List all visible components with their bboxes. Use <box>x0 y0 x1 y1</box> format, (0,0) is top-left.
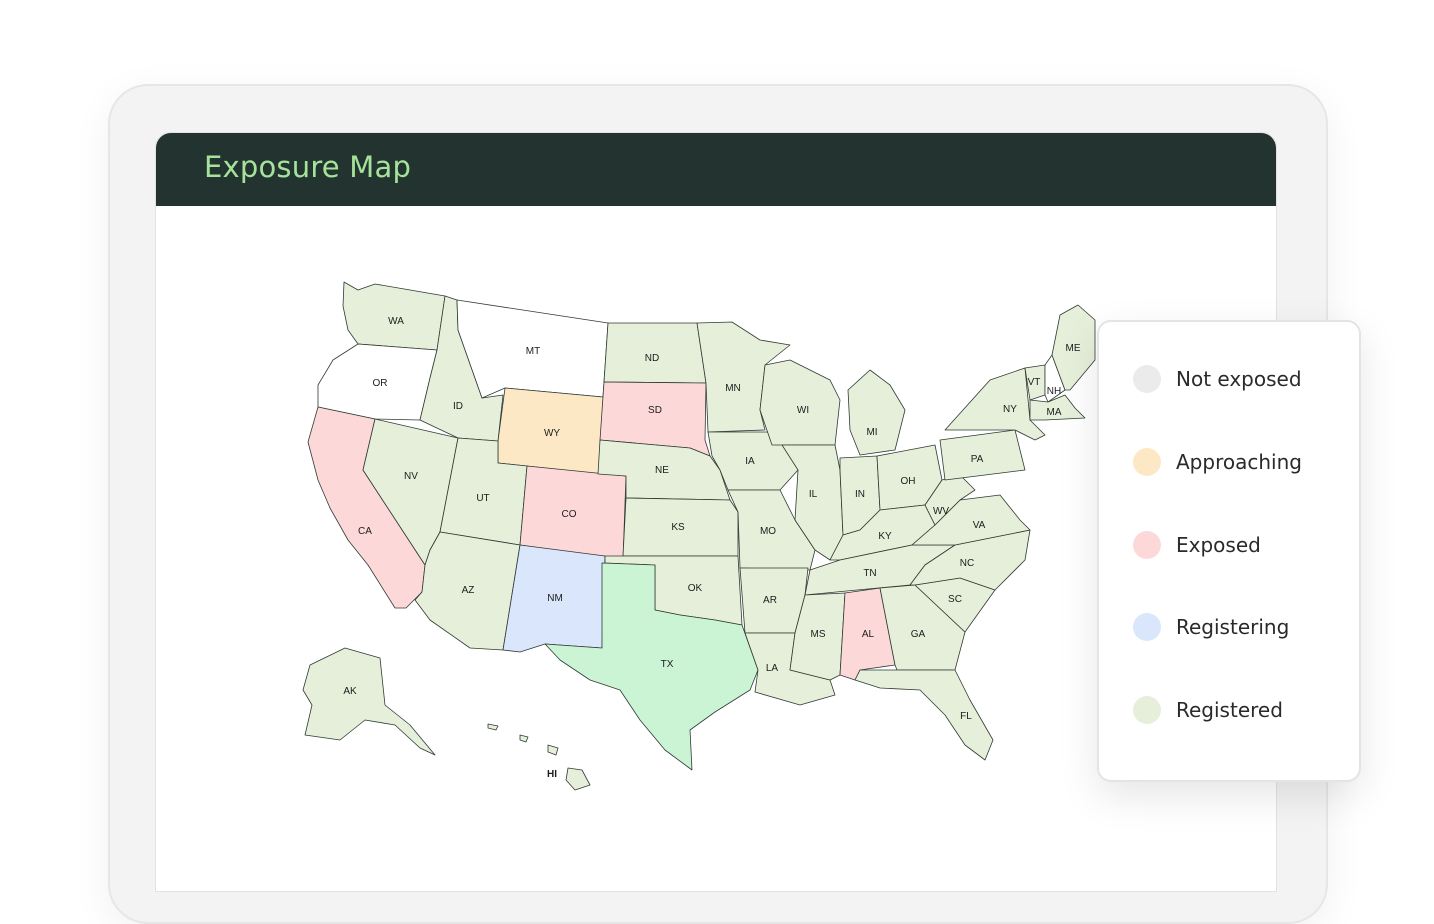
state-label-AZ: AZ <box>462 585 475 596</box>
legend-item-approaching: Approaching <box>1133 447 1302 477</box>
state-label-ID: ID <box>453 401 463 412</box>
state-label-WY: WY <box>544 428 560 439</box>
state-label-MS: MS <box>811 629 826 640</box>
state-label-AK: AK <box>343 686 357 697</box>
legend-swatch <box>1133 531 1161 559</box>
state-label-OR: OR <box>373 378 388 389</box>
state-label-ND: ND <box>645 353 659 364</box>
legend-item-not-exposed: Not exposed <box>1133 364 1302 394</box>
state-label-GA: GA <box>911 629 926 640</box>
state-label-IA: IA <box>745 456 755 467</box>
state-FL[interactable] <box>854 669 994 761</box>
state-label-TN: TN <box>863 568 876 579</box>
state-label-WA: WA <box>388 316 404 327</box>
state-label-IL: IL <box>809 489 818 500</box>
state-label-OK: OK <box>688 583 703 594</box>
state-AK[interactable] <box>302 647 436 756</box>
state-label-NE: NE <box>655 465 669 476</box>
state-label-AR: AR <box>763 595 777 606</box>
state-label-NH: NH <box>1047 386 1061 397</box>
state-label-ME: ME <box>1066 343 1081 354</box>
state-label-UT: UT <box>476 493 489 504</box>
state-label-PA: PA <box>971 454 984 465</box>
state-label-FL: FL <box>960 711 972 722</box>
state-label-WI: WI <box>797 405 809 416</box>
state-label-IN: IN <box>855 489 865 500</box>
state-label-KY: KY <box>878 531 892 542</box>
state-label-KS: KS <box>671 522 685 533</box>
legend-swatch <box>1133 365 1161 393</box>
state-label-WV: WV <box>933 506 949 517</box>
state-label-MN: MN <box>725 383 741 394</box>
state-label-TX: TX <box>661 659 674 670</box>
legend-label: Exposed <box>1176 533 1261 557</box>
state-MI[interactable] <box>847 369 906 456</box>
legend-swatch <box>1133 448 1161 476</box>
state-label-LA: LA <box>766 663 779 674</box>
state-label-OH: OH <box>901 476 916 487</box>
legend-item-registered: Registered <box>1133 695 1283 725</box>
legend-panel: Not exposed Approaching Exposed Register… <box>1097 320 1361 782</box>
legend-label: Registered <box>1176 698 1283 722</box>
legend-item-registering: Registering <box>1133 612 1289 642</box>
state-label-HI: HI <box>547 769 557 780</box>
state-label-MT: MT <box>526 346 540 357</box>
state-label-SD: SD <box>648 405 662 416</box>
state-label-SC: SC <box>948 594 962 605</box>
state-label-MO: MO <box>760 526 776 537</box>
state-label-NV: NV <box>404 471 418 482</box>
legend-label: Registering <box>1176 615 1290 639</box>
state-label-MA: MA <box>1047 407 1062 418</box>
state-label-NY: NY <box>1003 404 1017 415</box>
state-label-MI: MI <box>866 427 877 438</box>
state-label-VT: VT <box>1028 377 1041 388</box>
state-HI[interactable] <box>487 723 591 791</box>
state-label-CO: CO <box>562 509 577 520</box>
state-label-NM: NM <box>547 593 563 604</box>
legend-label: Approaching <box>1176 450 1302 474</box>
state-label-CA: CA <box>358 526 372 537</box>
legend-label: Not exposed <box>1176 367 1302 391</box>
state-label-VA: VA <box>973 520 986 531</box>
legend-swatch <box>1133 613 1161 641</box>
legend-swatch <box>1133 696 1161 724</box>
legend-item-exposed: Exposed <box>1133 530 1261 560</box>
state-label-AL: AL <box>862 629 875 640</box>
state-WI[interactable] <box>759 359 841 446</box>
state-label-NC: NC <box>960 558 974 569</box>
